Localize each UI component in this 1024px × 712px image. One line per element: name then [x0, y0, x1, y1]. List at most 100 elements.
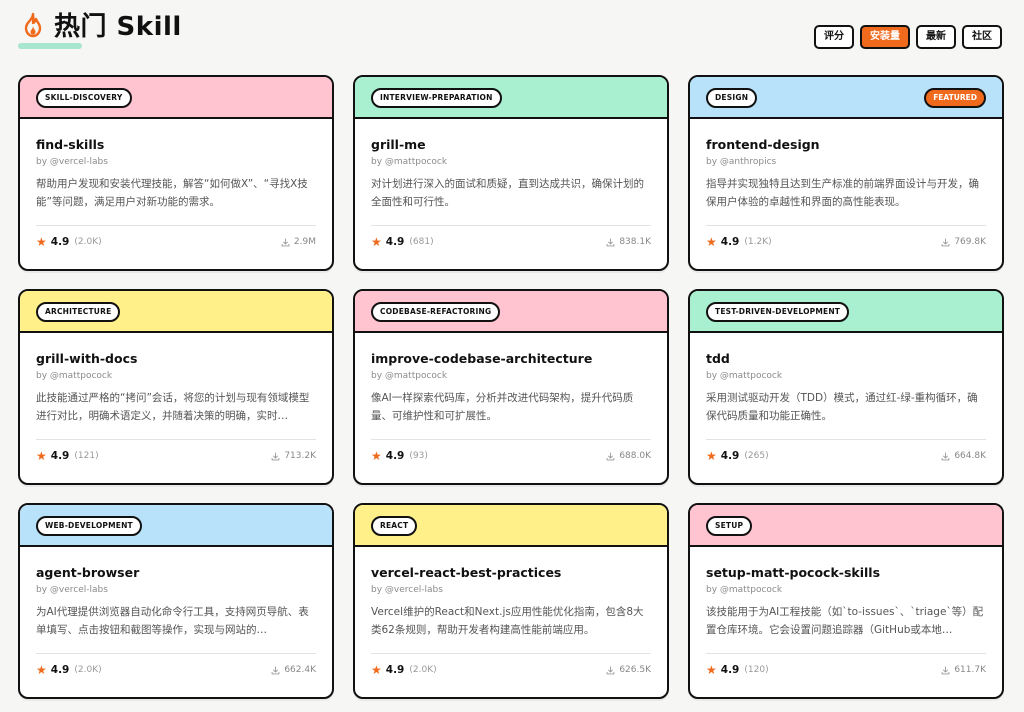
category-tag[interactable]: SETUP [706, 516, 753, 536]
skill-name[interactable]: tdd [706, 351, 986, 366]
skill-description: 该技能用于为AI工程技能（如`to-issues`、`triage`等）配置仓库… [706, 606, 984, 636]
skill-name[interactable]: grill-me [371, 137, 651, 152]
download-icon [941, 665, 950, 674]
card-header: SETUP [690, 505, 1002, 547]
skill-card[interactable]: TEST-DRIVEN-DEVELOPMENT tdd by @mattpoco… [688, 289, 1004, 485]
rating-value: 4.9 [385, 664, 405, 676]
card-header: INTERVIEW-PREPARATION [355, 77, 667, 119]
card-header: TEST-DRIVEN-DEVELOPMENT [690, 291, 1002, 333]
skill-author[interactable]: by @mattpocock [371, 157, 651, 167]
skill-card[interactable]: SETUP setup-matt-pocock-skills by @mattp… [688, 503, 1004, 699]
title-underline [18, 43, 82, 49]
star-icon: ★ [36, 663, 47, 677]
skill-name[interactable]: grill-with-docs [36, 351, 316, 366]
install-value: 662.4K [284, 665, 316, 675]
rating: ★ 4.9 (2.0K) [36, 235, 102, 249]
card-footer: ★ 4.9 (120) 611.7K [706, 663, 986, 677]
rating-value: 4.9 [50, 664, 70, 676]
install-count: 611.7K [941, 665, 986, 675]
skill-name[interactable]: frontend-design [706, 137, 986, 152]
skill-name[interactable]: agent-browser [36, 565, 316, 580]
skill-description: 对计划进行深入的面试和质疑，直到达成共识，确保计划的全面性和可行性。 [371, 178, 644, 208]
skill-card[interactable]: WEB-DEVELOPMENT agent-browser by @vercel… [18, 503, 334, 699]
card-divider [706, 225, 986, 226]
install-value: 838.1K [619, 237, 651, 247]
rating-count: (2.0K) [74, 665, 102, 675]
skill-name[interactable]: improve-codebase-architecture [371, 351, 651, 366]
star-icon: ★ [371, 449, 382, 463]
rating: ★ 4.9 (93) [371, 449, 428, 463]
category-tag[interactable]: TEST-DRIVEN-DEVELOPMENT [706, 302, 850, 322]
download-icon [606, 451, 615, 460]
skill-author[interactable]: by @mattpocock [36, 371, 316, 381]
page-header: 热门 Skill 评分 安装量 最新 社区 [0, 0, 1024, 60]
download-icon [606, 665, 615, 674]
install-count: 838.1K [606, 237, 651, 247]
card-header: CODEBASE-REFACTORING [355, 291, 667, 333]
rating-value: 4.9 [50, 236, 70, 248]
card-divider [371, 439, 651, 440]
skill-author[interactable]: by @anthropics [706, 157, 986, 167]
rating-count: (681) [409, 237, 434, 247]
install-value: 664.8K [954, 451, 986, 461]
sort-rating-button[interactable]: 评分 [814, 25, 854, 49]
skill-card[interactable]: DESIGN FEATURED frontend-design by @anth… [688, 75, 1004, 271]
rating-count: (265) [744, 451, 769, 461]
skill-description: 采用测试驱动开发（TDD）模式，通过红-绿-重构循环，确保代码质量和功能正确性。 [706, 392, 978, 422]
skill-author[interactable]: by @vercel-labs [36, 157, 316, 167]
card-footer: ★ 4.9 (2.0K) 662.4K [36, 663, 316, 677]
install-count: 713.2K [271, 451, 316, 461]
card-divider [706, 653, 986, 654]
card-footer: ★ 4.9 (2.0K) 626.5K [371, 663, 651, 677]
card-body: grill-with-docs by @mattpocock 此技能通过严格的“… [20, 351, 332, 463]
skill-card[interactable]: CODEBASE-REFACTORING improve-codebase-ar… [353, 289, 669, 485]
skill-card[interactable]: REACT vercel-react-best-practices by @ve… [353, 503, 669, 699]
download-icon [281, 237, 290, 246]
skill-card[interactable]: INTERVIEW-PREPARATION grill-me by @mattp… [353, 75, 669, 271]
category-tag[interactable]: REACT [371, 516, 418, 536]
install-value: 611.7K [954, 665, 986, 675]
star-icon: ★ [706, 449, 717, 463]
skill-author[interactable]: by @vercel-labs [36, 585, 316, 595]
download-icon [271, 451, 280, 460]
category-tag[interactable]: INTERVIEW-PREPARATION [371, 88, 502, 108]
category-tag[interactable]: DESIGN [706, 88, 758, 108]
rating-count: (1.2K) [744, 237, 772, 247]
star-icon: ★ [706, 663, 717, 677]
skill-name[interactable]: setup-matt-pocock-skills [706, 565, 986, 580]
skill-description: 指导并实现独特且达到生产标准的前端界面设计与开发，确保用户体验的卓越性和界面的高… [706, 178, 979, 208]
category-tag[interactable]: ARCHITECTURE [36, 302, 121, 322]
rating: ★ 4.9 (2.0K) [371, 663, 437, 677]
featured-badge: FEATURED [924, 88, 986, 108]
rating: ★ 4.9 (1.2K) [706, 235, 772, 249]
fire-icon [24, 12, 42, 37]
page-title: 热门 Skill [54, 12, 182, 42]
sort-installs-button[interactable]: 安装量 [860, 25, 910, 49]
install-value: 713.2K [284, 451, 316, 461]
category-tag[interactable]: CODEBASE-REFACTORING [371, 302, 501, 322]
category-tag[interactable]: WEB-DEVELOPMENT [36, 516, 142, 536]
card-footer: ★ 4.9 (2.0K) 2.9M [36, 235, 316, 249]
skill-name[interactable]: find-skills [36, 137, 316, 152]
skill-description: 此技能通过严格的“拷问”会话，将您的计划与现有领域模型进行对比，明确术语定义，并… [36, 392, 310, 422]
rating-count: (2.0K) [409, 665, 437, 675]
sort-latest-button[interactable]: 最新 [916, 25, 956, 49]
skill-author[interactable]: by @mattpocock [371, 371, 651, 381]
sort-community-button[interactable]: 社区 [962, 25, 1002, 49]
category-tag[interactable]: SKILL-DISCOVERY [36, 88, 132, 108]
card-body: tdd by @mattpocock 采用测试驱动开发（TDD）模式，通过红-绿… [690, 351, 1002, 463]
skill-author[interactable]: by @mattpocock [706, 585, 986, 595]
rating-count: (2.0K) [74, 237, 102, 247]
skill-author[interactable]: by @vercel-labs [371, 585, 651, 595]
skill-card[interactable]: SKILL-DISCOVERY find-skills by @vercel-l… [18, 75, 334, 271]
card-divider [36, 225, 316, 226]
skill-description: 为AI代理提供浏览器自动化命令行工具，支持网页导航、表单填写、点击按钮和截图等操… [36, 606, 309, 636]
rating-value: 4.9 [720, 236, 740, 248]
rating-value: 4.9 [720, 450, 740, 462]
skill-author[interactable]: by @mattpocock [706, 371, 986, 381]
install-value: 626.5K [619, 665, 651, 675]
skill-card[interactable]: ARCHITECTURE grill-with-docs by @mattpoc… [18, 289, 334, 485]
skill-name[interactable]: vercel-react-best-practices [371, 565, 651, 580]
card-body: setup-matt-pocock-skills by @mattpocock … [690, 565, 1002, 677]
download-icon [271, 665, 280, 674]
